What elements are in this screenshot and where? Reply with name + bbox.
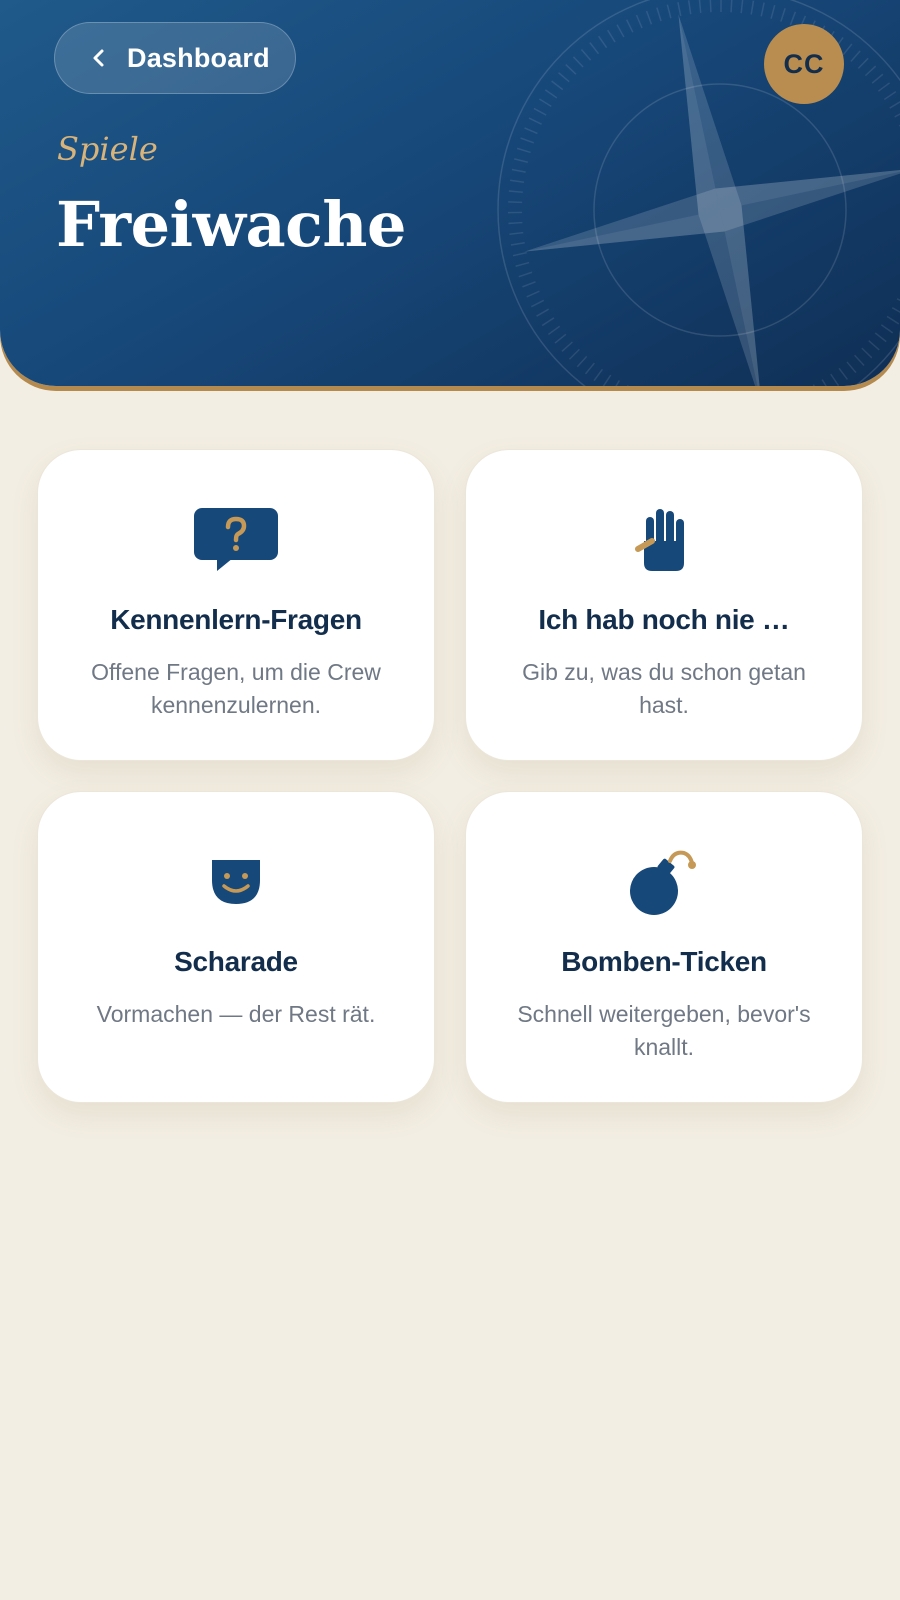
question-bubble-icon [186, 504, 286, 576]
game-card-kennenlern-fragen[interactable]: Kennenlern-Fragen Offene Fragen, um die … [37, 449, 435, 761]
game-description: Schnell weitergeben, bevor's knallt. [517, 1001, 811, 1060]
game-description: Offene Fragen, um die Crew kennenzulerne… [91, 659, 381, 718]
smiling-mask-icon [186, 846, 286, 918]
game-description: Vormachen — der Rest rät. [96, 1001, 376, 1027]
games-grid: Kennenlern-Fragen Offene Fragen, um die … [37, 449, 863, 1103]
game-card-scharade[interactable]: Scharade Vormachen — der Rest rät. [37, 791, 435, 1103]
header-banner: Dashboard CC Spiele Freiwache [0, 0, 900, 386]
user-avatar[interactable]: CC [764, 24, 844, 104]
game-description: Gib zu, was du schon getan hast. [522, 659, 806, 718]
game-title: Bomben-Ticken [561, 946, 767, 977]
bomb-icon [614, 846, 714, 918]
game-title: Kennenlern-Fragen [110, 604, 362, 635]
back-to-dashboard-button[interactable]: Dashboard [54, 22, 296, 94]
raised-hand-icon [614, 504, 714, 576]
page-title: Freiwache [56, 188, 406, 261]
game-title: Scharade [174, 946, 298, 977]
game-card-bomben-ticken[interactable]: Bomben-Ticken Schnell weitergeben, bevor… [465, 791, 863, 1103]
game-card-ich-hab-noch-nie[interactable]: Ich hab noch nie … Gib zu, was du schon … [465, 449, 863, 761]
game-title: Ich hab noch nie … [538, 604, 790, 635]
chevron-left-icon [89, 48, 109, 68]
section-eyebrow: Spiele [57, 130, 158, 168]
back-button-label: Dashboard [127, 42, 270, 73]
